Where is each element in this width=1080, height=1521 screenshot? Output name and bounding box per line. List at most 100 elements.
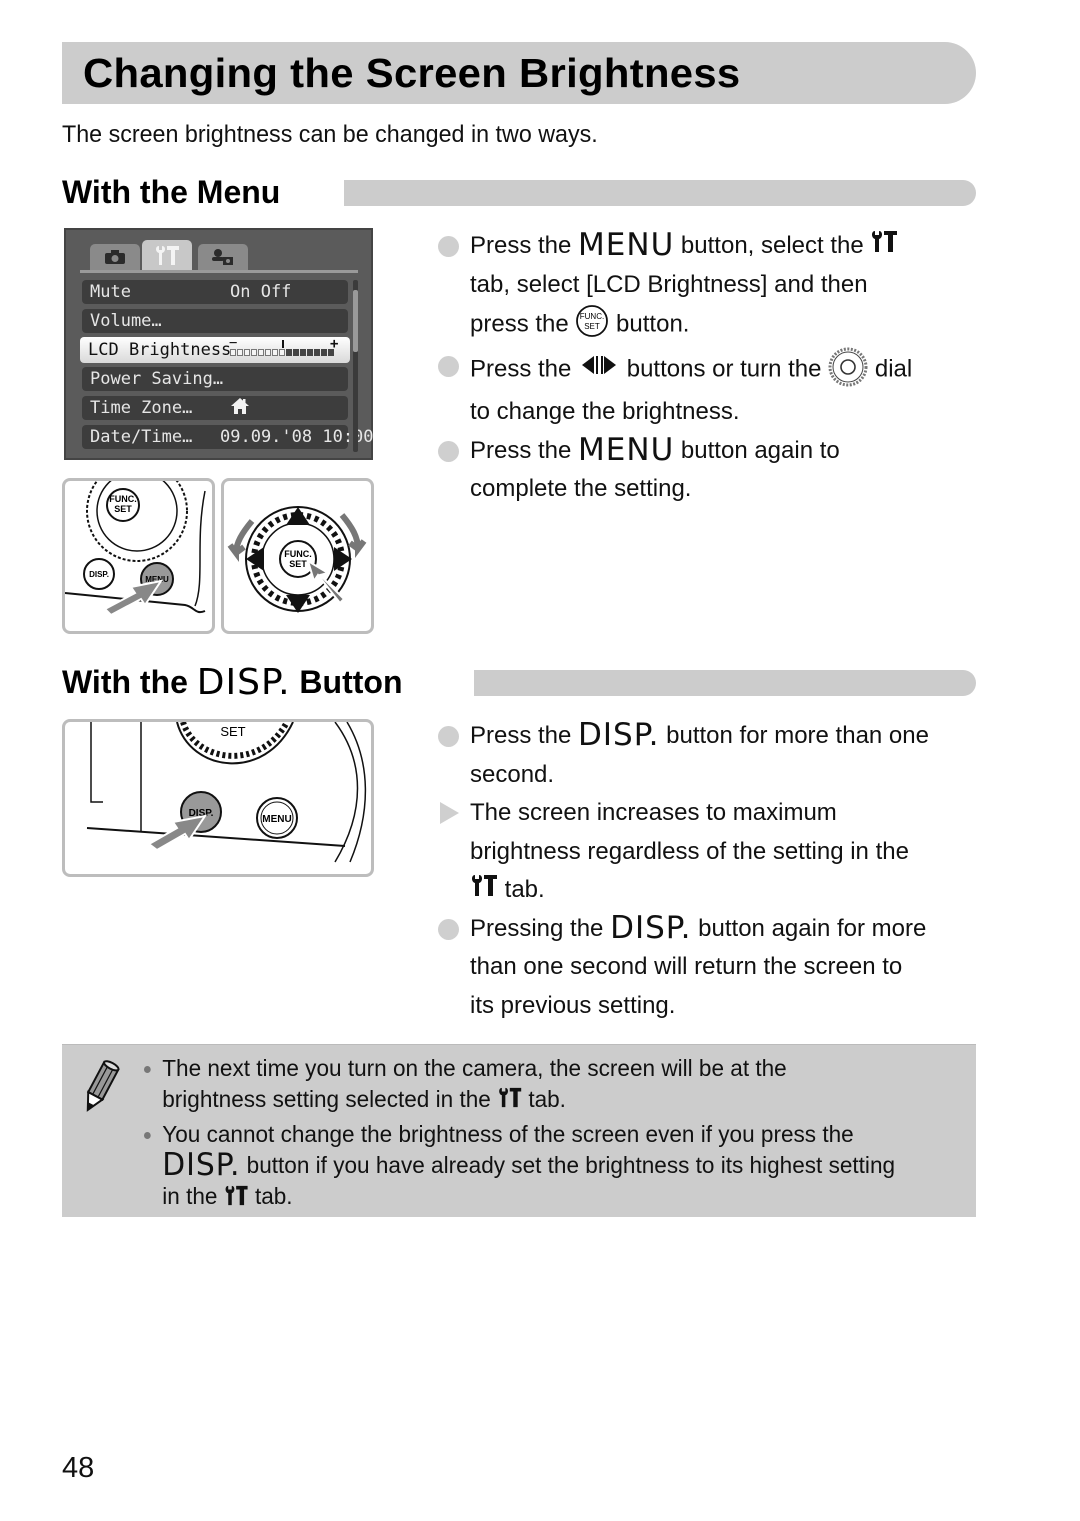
camera-icon (105, 250, 125, 264)
brightness-bar: − + (228, 335, 340, 359)
step-text: its previous setting. (470, 991, 676, 1019)
step-menu-3: Press the MENU button again to complete … (438, 432, 912, 509)
tools-icon (224, 1183, 249, 1214)
step-text: tab, select [LCD Brightness] and then (470, 270, 868, 298)
left-right-buttons-icon (578, 351, 620, 390)
section-heading-menu-text: With the Menu (62, 173, 281, 210)
menu-button-glyph: MENU (578, 431, 675, 468)
heading-text: Button (299, 663, 403, 700)
lcd-row-label: Mute (90, 282, 131, 302)
note-item: You cannot change the brightness of the … (144, 1119, 895, 1213)
step-text: brightness regardless of the setting in … (470, 837, 909, 865)
lcd-row-time-zone: Time Zone… (82, 396, 348, 420)
section-rule (474, 670, 976, 696)
page-title: Changing the Screen Brightness (83, 50, 741, 96)
lcd-row-label: Date/Time… (90, 427, 193, 447)
section-rule (344, 180, 976, 206)
disp-button-glyph: DISP. (610, 909, 692, 946)
step-text: Press the (470, 436, 579, 464)
disp-label: DISP. (89, 570, 109, 579)
func-label: FUNC. (109, 494, 137, 504)
brightness-segment (265, 349, 271, 356)
lcd-tab-settings (142, 240, 192, 270)
section-heading-disp-text: With the DISP. Button (62, 662, 402, 703)
brightness-segment (251, 349, 257, 356)
control-dial-drawing: FUNC. SET (227, 506, 367, 613)
step-text: The screen increases to maximum (470, 799, 837, 826)
step-text: Press the (470, 232, 579, 259)
note-text: brightness setting selected in the (162, 1086, 498, 1112)
disp-button-glyph: DISP. (196, 661, 291, 703)
home-icon (230, 396, 250, 420)
page-number: 48 (62, 1452, 95, 1484)
result-arrow-icon (440, 802, 459, 824)
step-text: Press the (470, 722, 579, 749)
lcd-row-label: Power Saving… (90, 369, 224, 389)
tools-icon (470, 871, 498, 910)
section-heading-menu: With the Menu (62, 174, 976, 210)
note-text: button if you have already set the brigh… (240, 1152, 896, 1179)
lcd-scrollbar (353, 280, 358, 452)
step-text: Pressing the (470, 914, 611, 942)
brightness-segment (321, 349, 327, 356)
step-text: second. (470, 760, 555, 788)
brightness-segment (300, 349, 306, 356)
brightness-segment (286, 349, 292, 356)
step-text: button. (609, 311, 690, 338)
step-disp-2: Pressing the DISP. button again for more… (438, 910, 929, 1026)
illustration-control-dial: FUNC. SET (221, 478, 374, 634)
lcd-row-label: Time Zone… (90, 398, 193, 418)
section-heading-disp: With the DISP. Button (62, 662, 976, 703)
set-label: SET (585, 322, 601, 331)
step-text: button again for more (691, 914, 927, 942)
note-box: The next time you turn on the camera, th… (62, 1044, 976, 1217)
step-text: button for more than one (659, 722, 929, 749)
note-text: in the (162, 1183, 224, 1210)
disp-button-glyph: DISP. (578, 717, 660, 753)
lcd-tab-my-menu (198, 244, 248, 270)
step-text: Press the (470, 355, 579, 383)
step-menu-1: Press the MENU button, select the tab, s… (438, 227, 912, 347)
brightness-segment (314, 349, 320, 356)
brightness-segment (258, 349, 264, 356)
note-bullet-icon (144, 1132, 151, 1140)
step-disp-1: Press the DISP. button for more than one… (438, 717, 929, 794)
control-dial-icon (828, 347, 868, 394)
note-text: The next time you turn on the camera, th… (162, 1055, 787, 1081)
camera-back-drawing: SET DISP. MENU (86, 722, 367, 863)
disp-steps: Press the DISP. button for more than one… (438, 717, 929, 1025)
step-text: complete the setting. (470, 475, 692, 503)
heading-text: With the (62, 663, 188, 700)
step-text: than one second will return the screen t… (470, 953, 903, 981)
set-label: SET (114, 504, 132, 514)
illustration-menu-button: FUNC. SET DISP. MENU (62, 478, 215, 634)
brightness-segment (230, 349, 236, 356)
brightness-segment (272, 349, 278, 356)
lcd-tab-shooting (90, 244, 140, 270)
step-text: button again to (674, 436, 840, 464)
intro-text: The screen brightness can be changed in … (62, 121, 598, 148)
lcd-row-lcd-brightness: LCD Brightness − + (80, 335, 350, 363)
lcd-scrollbar-thumb (353, 290, 358, 352)
step-menu-2: Press the buttons or turn the dial to ch… (438, 347, 912, 432)
func-label: FUNC. (284, 549, 312, 559)
lcd-row-date-time: Date/Time… 09.09.'08 10:00 (82, 425, 374, 449)
brightness-center-mark (282, 340, 284, 348)
step-text: button, select the (674, 232, 871, 259)
note-item: The next time you turn on the camera, th… (144, 1053, 895, 1116)
note-text: You cannot change the brightness of the … (162, 1121, 854, 1148)
step-bullet-icon (438, 918, 459, 940)
lcd-row-mute: Mute On Off (82, 280, 348, 304)
brightness-segment (328, 349, 334, 356)
lcd-row-label: Volume… (90, 311, 162, 331)
step-text: press the (470, 311, 576, 338)
brightness-segment (279, 349, 285, 356)
step-bullet-icon (438, 726, 459, 747)
step-text: buttons or turn the (620, 355, 829, 383)
note-list: The next time you turn on the camera, th… (144, 1053, 895, 1217)
lcd-menu-screen: Mute On Off Volume… LCD Brightness − + P… (64, 228, 374, 460)
menu-steps: Press the MENU button, select the tab, s… (438, 227, 912, 509)
note-text: tab. (248, 1183, 293, 1210)
disp-button-glyph: DISP. (162, 1147, 241, 1184)
lcd-tab-underline (80, 270, 358, 273)
